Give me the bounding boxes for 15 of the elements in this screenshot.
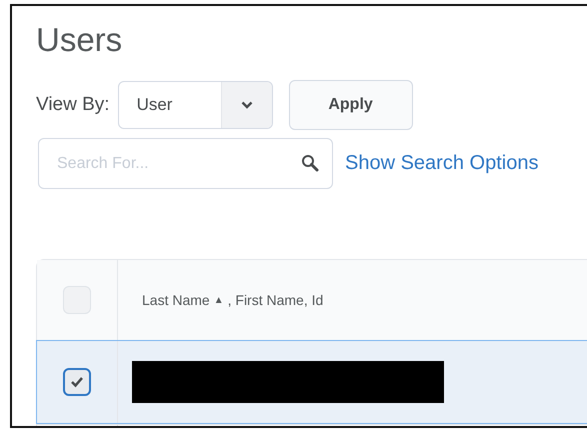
view-by-select[interactable]: User <box>118 81 273 129</box>
view-by-label: View By: <box>36 94 110 116</box>
select-all-checkbox[interactable] <box>63 286 91 314</box>
chevron-down-icon <box>240 101 253 109</box>
show-search-options-link[interactable]: Show Search Options <box>345 152 538 175</box>
checkmark-icon <box>70 376 84 388</box>
search-field[interactable]: Search For... <box>38 138 333 189</box>
table-row[interactable] <box>36 340 587 424</box>
search-icon[interactable] <box>301 154 319 172</box>
column-header[interactable]: , First Name, Id <box>228 292 324 308</box>
page-title: Users <box>36 20 124 60</box>
apply-button[interactable]: Apply <box>288 80 413 130</box>
row-checkbox[interactable] <box>63 368 91 396</box>
last-name-header[interactable]: Last Name <box>142 292 210 308</box>
sort-ascending-icon[interactable]: ▲ <box>214 294 224 306</box>
